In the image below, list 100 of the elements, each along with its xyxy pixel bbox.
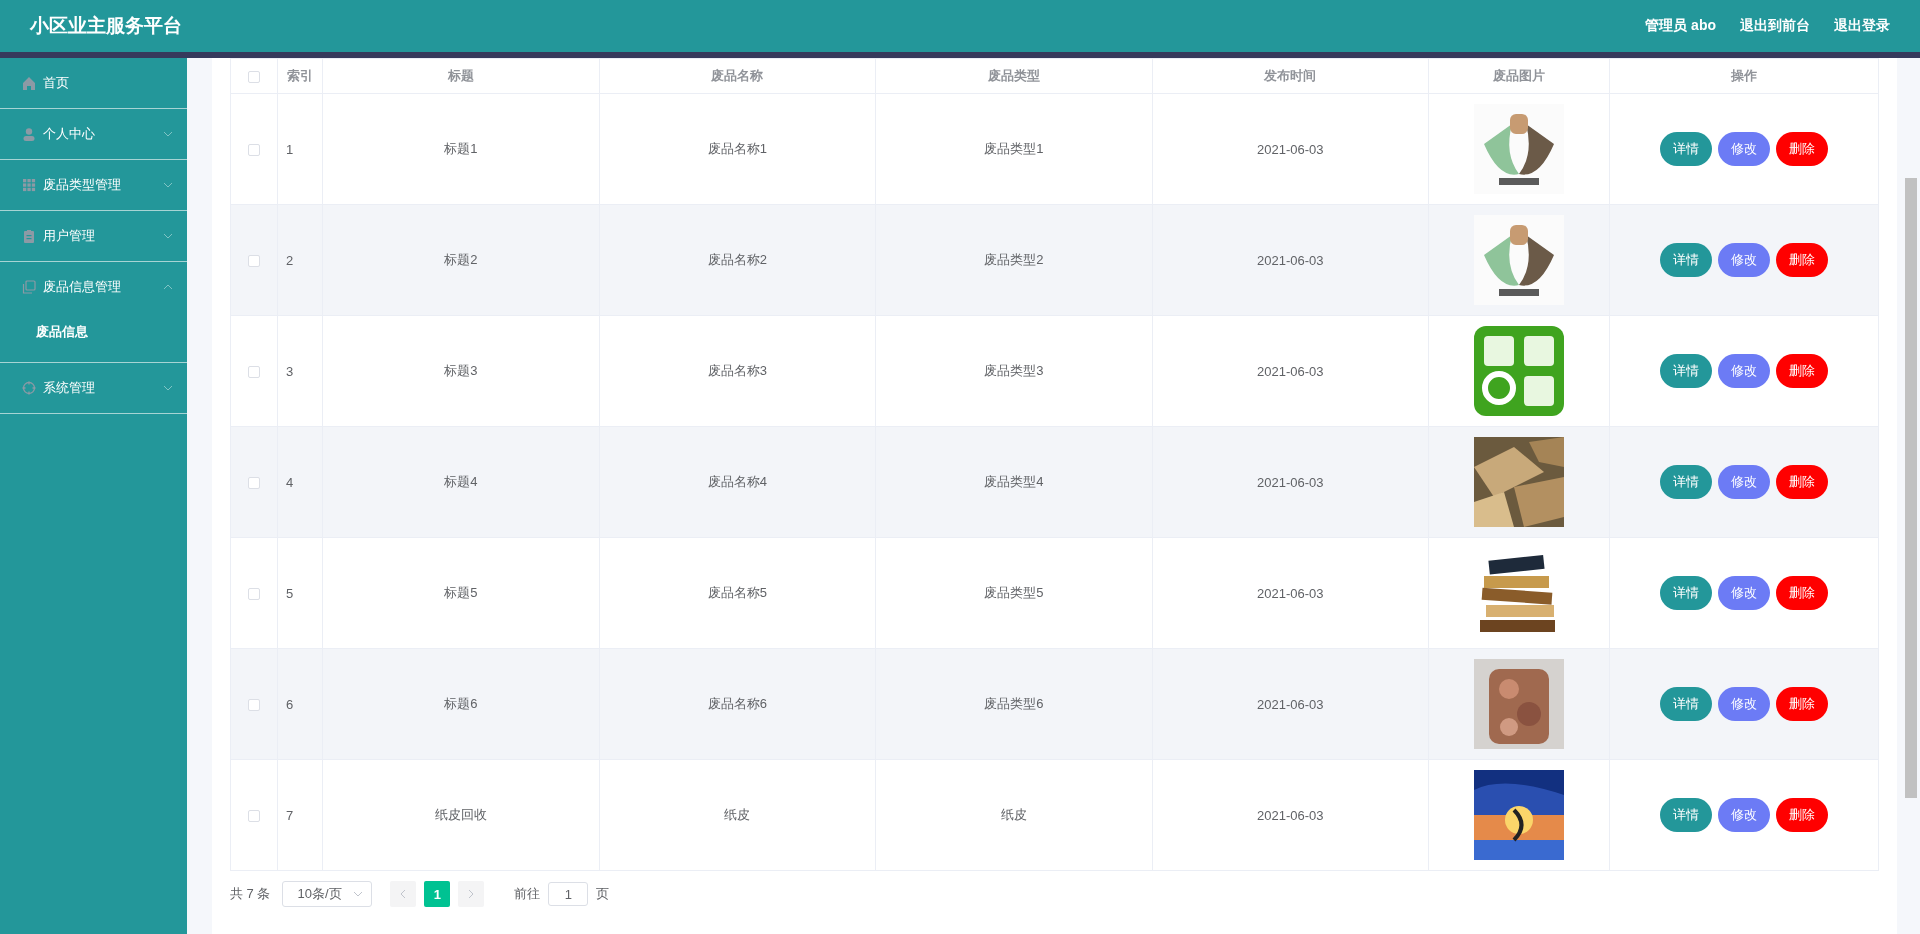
details-button[interactable]: 详情 [1660,354,1712,388]
page-suffix: 页 [596,885,610,903]
edit-button[interactable]: 修改 [1718,576,1770,610]
table-cell: 废品名称5 [599,537,876,649]
column-header: 操作 [1609,58,1879,94]
edit-button[interactable]: 修改 [1718,132,1770,166]
menu-item[interactable]: 个人中心 [0,109,187,160]
prev-page-button[interactable] [390,881,417,907]
header-link[interactable]: 退出到前台 [1740,17,1810,35]
table-cell: 4 [277,426,323,538]
table-cell: 废品类型6 [875,648,1152,760]
user-label: 管理员 abo [1645,17,1716,35]
column-header: 废品名称 [599,58,876,94]
menu-item[interactable]: 废品类型管理 [0,160,187,211]
table-cell: 废品类型5 [875,537,1152,649]
delete-button[interactable]: 删除 [1776,798,1828,832]
column-header: 标题 [322,58,599,94]
table-cell: 2021-06-03 [1152,759,1429,871]
checkbox[interactable] [248,477,260,490]
delete-button[interactable]: 删除 [1776,354,1828,388]
details-button[interactable]: 详情 [1660,798,1712,832]
table-cell: 2 [277,204,323,316]
table-cell: 废品名称3 [599,315,876,427]
menu-icon [22,127,36,141]
chevron-down-icon [353,891,364,897]
menu-item[interactable]: 用户管理 [0,211,187,262]
table-cell: 2021-06-03 [1152,426,1429,538]
edit-button[interactable]: 修改 [1718,465,1770,499]
details-button[interactable]: 详情 [1660,243,1712,277]
table-cell: 标题1 [322,93,599,205]
edit-button[interactable]: 修改 [1718,243,1770,277]
next-page-button[interactable] [458,881,485,907]
table-cell: 废品类型2 [875,204,1152,316]
table-cell: 废品类型1 [875,93,1152,205]
page-size-select[interactable]: 10条/页 [282,881,373,907]
delete-button[interactable]: 删除 [1776,465,1828,499]
table-cell: 6 [277,648,323,760]
table-cell: 5 [277,537,323,649]
table-cell: 7 [277,759,323,871]
scrollbar[interactable] [1905,178,1917,798]
column-header: 废品图片 [1428,58,1610,94]
table-cell: 标题2 [322,204,599,316]
table-cell: 3 [277,315,323,427]
column-header: 索引 [277,58,323,94]
chevron-left-icon [400,889,407,899]
details-button[interactable]: 详情 [1660,576,1712,610]
table-cell: 废品名称6 [599,648,876,760]
details-button[interactable]: 详情 [1660,132,1712,166]
table-cell: 标题6 [322,648,599,760]
table-cell: 标题5 [322,537,599,649]
total-count: 共 7 条 [230,885,271,903]
app-title: 小区业主服务平台 [30,14,183,38]
delete-button[interactable]: 删除 [1776,132,1828,166]
menu-item[interactable]: 系统管理 [0,363,187,414]
menu-icon [22,381,36,395]
details-button[interactable]: 详情 [1660,465,1712,499]
table-cell: 废品类型4 [875,426,1152,538]
checkbox[interactable] [248,71,260,84]
column-header: 废品类型 [875,58,1152,94]
table-cell: 标题3 [322,315,599,427]
table-cell: 纸皮 [875,759,1152,871]
header-link[interactable]: 退出登录 [1834,17,1890,35]
delete-button[interactable]: 删除 [1776,576,1828,610]
menu-item[interactable]: 废品信息管理 [0,262,187,312]
menu-icon [22,76,36,90]
table-cell: 废品类型3 [875,315,1152,427]
edit-button[interactable]: 修改 [1718,354,1770,388]
table-cell: 2021-06-03 [1152,204,1429,316]
delete-button[interactable]: 删除 [1776,687,1828,721]
checkbox[interactable] [248,255,260,268]
chevron-right-icon [468,889,475,899]
checkbox[interactable] [248,588,260,601]
checkbox[interactable] [248,144,260,157]
menu-icon [22,280,36,294]
details-button[interactable]: 详情 [1660,687,1712,721]
table-cell: 废品名称2 [599,204,876,316]
edit-button[interactable]: 修改 [1718,798,1770,832]
table-cell: 标题4 [322,426,599,538]
submenu-item[interactable]: 废品信息 [36,323,88,341]
column-header: 发布时间 [1152,58,1429,94]
table-cell: 纸皮 [599,759,876,871]
table-cell: 2021-06-03 [1152,537,1429,649]
menu-icon [22,178,36,192]
page-input[interactable]: 1 [548,882,589,906]
menu-item[interactable]: 首页 [0,58,187,109]
table-cell: 2021-06-03 [1152,315,1429,427]
checkbox[interactable] [248,699,260,712]
table-cell: 2021-06-03 [1152,93,1429,205]
table-cell: 2021-06-03 [1152,648,1429,760]
checkbox[interactable] [248,366,260,379]
table-cell: 纸皮回收 [322,759,599,871]
edit-button[interactable]: 修改 [1718,687,1770,721]
page-number[interactable]: 1 [424,881,451,907]
table-cell: 废品名称1 [599,93,876,205]
menu-icon [22,229,36,243]
checkbox[interactable] [248,810,260,823]
goto-label: 前往 [514,885,541,903]
delete-button[interactable]: 删除 [1776,243,1828,277]
table-cell: 1 [277,93,323,205]
table-cell: 废品名称4 [599,426,876,538]
